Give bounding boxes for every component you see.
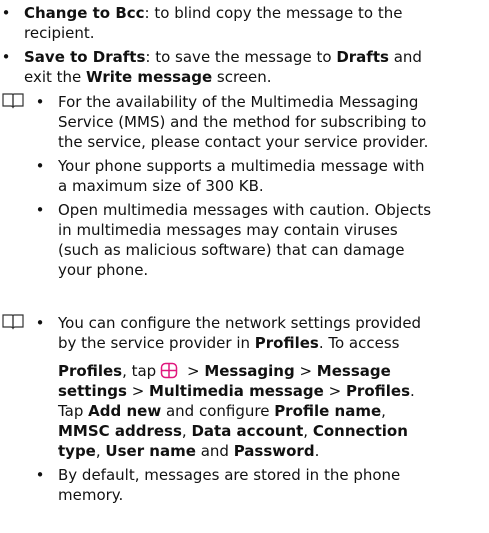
- note-book-icon: [2, 314, 24, 330]
- note1-item2: a maximum size of 300 KB.: [58, 177, 264, 195]
- list-item-change-to-bcc: Change to Bcc: to blind copy the message…: [24, 4, 403, 22]
- note2-item2: By default, messages are stored in the p…: [58, 466, 401, 484]
- list-item-save-to-drafts: Save to Drafts: to save the message to D…: [24, 48, 422, 66]
- note2-item1: type, User name and Password.: [58, 442, 320, 460]
- note1-item1: For the availability of the Multimedia M…: [58, 93, 419, 111]
- note2-item1: Tap Add new and configure Profile name,: [58, 402, 386, 420]
- note1-item1: Service (MMS) and the method for subscri…: [58, 113, 427, 131]
- note1-item3: in multimedia messages may contain virus…: [58, 221, 398, 239]
- note1-item3: your phone.: [58, 261, 149, 279]
- main-menu-grid-icon: [160, 362, 178, 379]
- note1-item3: Open multimedia messages with caution. O…: [58, 201, 432, 219]
- note1-item1: the service, please contact your service…: [58, 133, 429, 151]
- note2-item1: settings > Multimedia message > Profiles…: [58, 382, 415, 400]
- note1-item3: (such as malicious software) that can da…: [58, 241, 405, 259]
- note2-item2: memory.: [58, 486, 124, 504]
- note-book-icon: [2, 93, 24, 109]
- bullet: •: [1, 4, 11, 22]
- bullet: •: [35, 201, 45, 219]
- note1-item2: Your phone supports a multimedia message…: [58, 157, 425, 175]
- manual-page: • Change to Bcc: to blind copy the messa…: [0, 0, 489, 533]
- note2-item1: You can configure the network settings p…: [58, 314, 422, 332]
- bullet: •: [35, 157, 45, 175]
- note2-item1: MMSC address, Data account, Connection: [58, 422, 408, 440]
- bullet: •: [1, 48, 11, 66]
- note2-item1: by the service provider in Profiles. To …: [58, 334, 400, 352]
- bullet: •: [35, 466, 45, 484]
- list-item-text: recipient.: [24, 24, 95, 42]
- list-item-text: exit the Write message screen.: [24, 68, 272, 86]
- bullet: •: [35, 93, 45, 111]
- bullet: •: [35, 314, 45, 332]
- note2-item1: Profiles, tap > Messaging > Message: [58, 362, 391, 380]
